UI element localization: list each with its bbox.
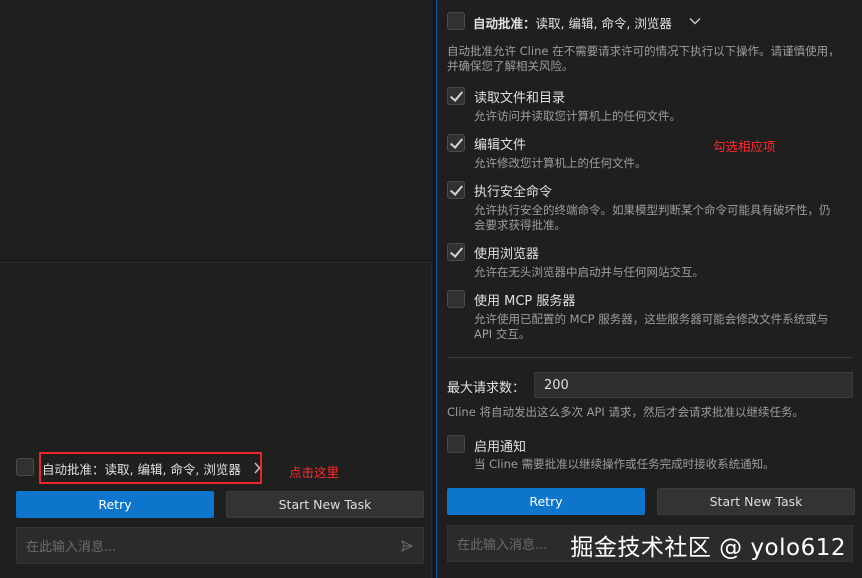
start-new-task-button[interactable]: Start New Task [226,491,424,518]
option-edit-files-desc: 允许修改您计算机上的任何文件。 [474,156,647,170]
chat-input-placeholder: 在此输入消息... [26,540,117,555]
option-safe-commands-desc-2: 会要求获得批准。 [474,218,566,232]
editor-area-empty [0,0,432,262]
max-requests-desc: Cline 将自动发出这么多次 API 请求，然后才会请求批准以继续任务。 [447,405,804,419]
chat-input[interactable]: 在此输入消息... [16,527,424,564]
retry-button[interactable]: Retry [16,491,214,518]
auto-approve-header-checkbox[interactable] [447,12,465,30]
option-edit-files-title[interactable]: 编辑文件 [474,134,526,153]
send-icon[interactable] [401,540,413,552]
option-read-files-desc: 允许访问并读取您计算机上的任何文件。 [474,109,681,123]
option-browser-title[interactable]: 使用浏览器 [474,243,539,262]
option-read-files-title[interactable]: 读取文件和目录 [474,87,565,106]
retry-button-right[interactable]: Retry [447,488,645,515]
max-requests-input[interactable]: 200 [534,372,853,398]
annotation-click-here: 点击这里 [289,465,340,480]
auto-approve-header-summary: 读取, 编辑, 命令, 浏览器 [535,16,672,31]
max-requests-label: 最大请求数： [447,381,526,396]
chevron-down-icon[interactable] [689,17,701,25]
option-safe-commands-title[interactable]: 执行安全命令 [474,181,552,200]
option-read-files-checkbox[interactable] [447,87,465,105]
option-mcp-title[interactable]: 使用 MCP 服务器 [474,290,575,309]
chat-panel-expanded: 自动批准：读取, 编辑, 命令, 浏览器 自动批准允许 Cline 在不需要请求… [436,0,862,578]
notify-title[interactable]: 启用通知 [474,436,526,455]
section-divider [447,357,853,358]
auto-approve-header-label: 自动批准： [473,16,536,31]
start-new-task-button-right[interactable]: Start New Task [657,488,855,515]
auto-approve-header[interactable]: 自动批准：读取, 编辑, 命令, 浏览器 [473,13,672,32]
auto-approve-checkbox[interactable] [16,458,34,476]
intro-line-2: 并确保您了解相关风险。 [447,59,574,73]
annotation-check-items: 勾选相应项 [713,139,776,154]
notify-desc: 当 Cline 需要批准以继续操作或任务完成时接收系统通知。 [474,457,775,471]
option-mcp-checkbox[interactable] [447,290,465,308]
watermark: 掘金技术社区 @ yolo612 [570,535,846,561]
option-edit-files-checkbox[interactable] [447,134,465,152]
option-safe-commands-checkbox[interactable] [447,181,465,199]
notify-checkbox[interactable] [447,435,465,453]
option-browser-checkbox[interactable] [447,243,465,261]
chat-input-right-placeholder: 在此输入消息... [457,538,548,553]
option-browser-desc: 允许在无头浏览器中启动并与任何网站交互。 [474,265,704,279]
option-mcp-desc-2: API 交互。 [474,327,531,341]
annotation-highlight-box [39,452,262,484]
max-requests-value: 200 [544,377,569,393]
chat-panel-collapsed: 自动批准：读取, 编辑, 命令, 浏览器 点击这里 Retry Start Ne… [0,262,432,578]
